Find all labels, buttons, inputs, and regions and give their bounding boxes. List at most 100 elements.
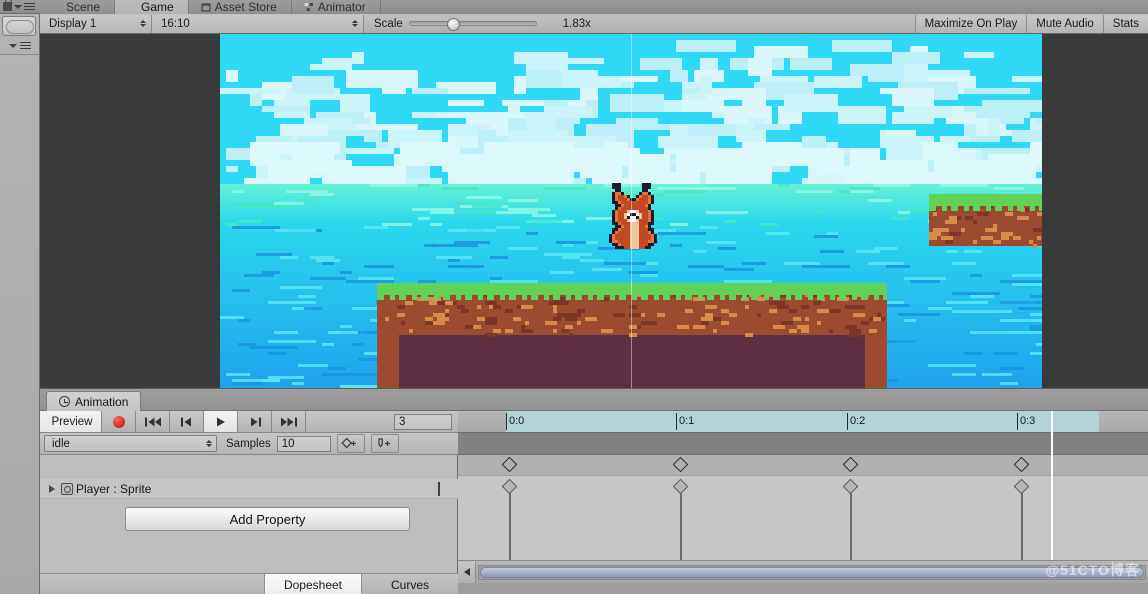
first-keyframe-button[interactable] <box>136 411 170 432</box>
scroll-track[interactable] <box>478 564 1146 580</box>
dopesheet-curves-tabs: Dopesheet Curves <box>40 573 458 594</box>
play-button[interactable] <box>204 411 238 432</box>
next-frame-button[interactable] <box>238 411 272 432</box>
current-frame-value: 3 <box>399 416 406 428</box>
add-event-button[interactable] <box>370 434 399 453</box>
game-view[interactable] <box>40 34 1148 388</box>
timeline-tick-label-1: 0:1 <box>679 415 695 427</box>
add-keyframe-icon <box>341 437 357 449</box>
timeline-tick-label-2: 0:2 <box>850 415 866 427</box>
add-property-button[interactable]: Add Property <box>125 507 410 531</box>
updown-arrows-icon-3 <box>206 440 212 447</box>
timeline-ruler-active-range <box>506 411 1099 433</box>
timeline-horizontal-scrollbar[interactable] <box>458 560 1148 583</box>
clip-selector[interactable]: idle <box>44 435 217 452</box>
scale-slider[interactable] <box>408 15 537 33</box>
timeline-tick-label-0: 0:0 <box>509 415 525 427</box>
timeline-tick-2 <box>847 413 848 430</box>
preview-label: Preview <box>51 415 93 428</box>
maximize-on-play-button[interactable]: Maximize On Play <box>914 14 1027 33</box>
display-selector-value: Display 1 <box>49 17 97 30</box>
timeline-bottom-filler <box>458 583 1148 594</box>
hamburger-menu-icon-2[interactable] <box>20 41 31 50</box>
game-view-toolbar: Display 1 16:10 Scale 1.83x Maximize On … <box>40 14 1148 34</box>
mute-audio-button[interactable]: Mute Audio <box>1026 14 1103 33</box>
sprite-icon <box>61 482 73 495</box>
samples-label: Samples <box>226 437 271 450</box>
animation-property-list: Player : Sprite Add Property <box>40 455 458 573</box>
editor-tab-bar: Scene Game Asset Store Animator <box>40 0 1148 14</box>
dopesheet-property-row <box>458 455 1148 476</box>
stats-button[interactable]: Stats <box>1102 14 1148 33</box>
platform-main <box>377 283 887 388</box>
clip-selector-value: idle <box>52 437 70 450</box>
aspect-ratio-selector[interactable]: 16:10 <box>152 14 364 33</box>
player-fox-sprite <box>609 183 657 251</box>
timeline-tick-label-3: 0:3 <box>1020 415 1036 427</box>
animator-icon <box>304 3 313 11</box>
clock-icon <box>59 396 70 407</box>
hamburger-menu-icon[interactable] <box>24 2 35 11</box>
scale-slider-knob[interactable] <box>446 17 460 31</box>
step-forward-icon <box>250 417 261 426</box>
keyframe-diamond-icon <box>438 481 440 496</box>
tab-scene[interactable]: Scene <box>40 0 116 14</box>
scroll-thumb[interactable] <box>480 566 1144 578</box>
arrow-left-icon <box>463 568 470 576</box>
store-icon <box>201 3 211 12</box>
tab-dopesheet[interactable]: Dopesheet <box>264 574 361 594</box>
tab-animation-label: Animation <box>75 394 129 409</box>
animation-control-row: Preview 3 <box>40 411 458 433</box>
left-dock-strip <box>0 0 40 594</box>
preview-toggle[interactable]: Preview <box>40 411 102 432</box>
record-button[interactable] <box>102 411 136 432</box>
add-property-label: Add Property <box>229 511 306 527</box>
tab-animator[interactable]: Animator <box>291 0 381 14</box>
updown-arrows-icon <box>140 20 146 27</box>
tab-asset-store[interactable]: Asset Store <box>188 0 292 14</box>
step-back-icon <box>180 417 191 426</box>
property-row-player-sprite[interactable]: Player : Sprite <box>40 479 458 499</box>
display-selector[interactable]: Display 1 <box>40 14 152 33</box>
dopesheet-summary-row <box>458 433 1148 455</box>
tab-animator-label: Animator <box>317 0 366 14</box>
previous-frame-button[interactable] <box>170 411 204 432</box>
game-stage <box>220 34 1042 388</box>
chevron-down-icon[interactable] <box>14 4 22 9</box>
last-keyframe-button[interactable] <box>272 411 306 432</box>
left-dock-header <box>0 0 40 14</box>
skip-to-start-icon <box>144 417 161 426</box>
timeline-tick-3 <box>1017 413 1018 430</box>
skip-to-end-icon <box>280 417 297 426</box>
chevron-down-icon-2[interactable] <box>9 43 17 48</box>
property-row-label: Player : Sprite <box>76 481 152 496</box>
timeline-tick-0 <box>506 413 507 430</box>
scene-icon <box>52 2 62 12</box>
add-keyframe-button[interactable] <box>336 434 365 453</box>
game-toolbar-right: Maximize On Play Mute Audio Stats <box>914 14 1148 34</box>
scale-slider-track <box>408 21 537 26</box>
tab-curves-label: Curves <box>390 577 429 592</box>
property-key-indicator[interactable] <box>438 481 440 496</box>
expand-triangle-icon[interactable] <box>49 484 55 493</box>
samples-field[interactable]: 10 <box>276 435 331 452</box>
tab-curves[interactable]: Curves <box>361 574 458 594</box>
animation-tab-strip: Animation <box>40 389 1148 411</box>
lock-icon[interactable] <box>3 0 12 11</box>
samples-value: 10 <box>281 437 295 450</box>
current-frame-field[interactable]: 3 <box>394 414 452 430</box>
updown-arrows-icon-2 <box>352 20 358 27</box>
timeline-tick-1 <box>676 413 677 430</box>
platform-right <box>929 194 1042 248</box>
record-icon <box>112 415 125 428</box>
tab-game[interactable]: Game <box>115 0 189 14</box>
tab-animation[interactable]: Animation <box>46 391 142 411</box>
scroll-left-button[interactable] <box>458 561 476 583</box>
tab-game-label: Game <box>141 0 174 14</box>
scene-center-guide <box>631 34 632 388</box>
timeline-ruler[interactable]: 0:0 0:1 0:2 0:3 <box>458 411 1148 433</box>
control-row-spacer: 3 <box>306 411 458 432</box>
game-icon <box>127 2 133 12</box>
animation-clip-row: idle Samples 10 <box>40 433 458 455</box>
scale-label: Scale <box>374 17 403 30</box>
